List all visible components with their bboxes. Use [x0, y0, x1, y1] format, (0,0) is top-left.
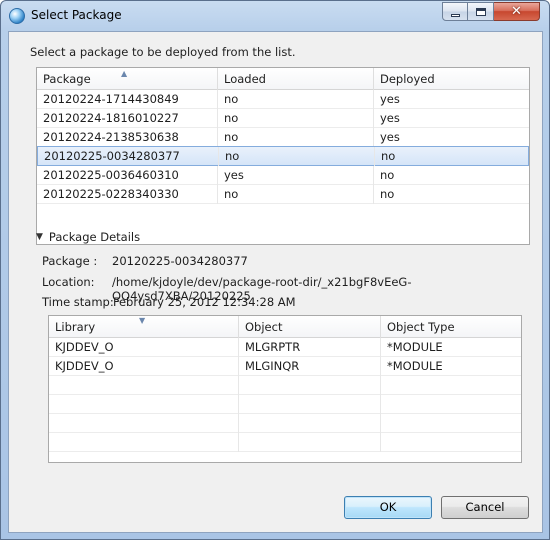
table-cell: 20120225-0034280377 [38, 147, 219, 166]
table-cell: no [380, 168, 395, 182]
table-cell [239, 414, 381, 433]
table-cell [49, 376, 239, 395]
packages-table-body: 20120224-1714430849 no yes 20120224-1816010… [37, 90, 529, 204]
table-cell [381, 414, 521, 433]
packages-table-header: Package ▲ Loaded Deployed [37, 68, 529, 90]
table-cell [381, 395, 521, 414]
close-icon: ✕ [511, 4, 522, 19]
cancel-button[interactable]: Cancel [441, 496, 529, 519]
package-label: Package : [42, 254, 98, 268]
maximize-icon [475, 7, 486, 16]
empty-table-row [49, 414, 521, 433]
table-row[interactable]: 20120224-2138530638 no yes [37, 128, 529, 147]
location-label: Location: [42, 275, 95, 289]
package-value: 20120225-0034280377 [112, 254, 248, 268]
table-cell: yes [380, 92, 400, 106]
close-button[interactable]: ✕ [494, 2, 540, 21]
maximize-button[interactable] [468, 2, 494, 21]
table-cell: *MODULE [387, 359, 443, 373]
packages-table[interactable]: Package ▲ Loaded Deployed 20120224-17144… [36, 67, 530, 245]
minimize-icon [450, 13, 460, 17]
timestamp-value: February 25, 2012 12:34:28 AM [113, 295, 296, 309]
table-cell: no [380, 187, 395, 201]
table-cell: no [218, 109, 374, 128]
table-cell: MLGRPTR [239, 338, 381, 357]
table-cell [381, 433, 521, 452]
table-cell: yes [218, 166, 374, 185]
empty-table-row [49, 395, 521, 414]
table-cell: 20120225-0228340330 [37, 185, 218, 204]
timestamp-label: Time stamp: [42, 295, 114, 309]
table-row[interactable]: KJDDEV_O MLGINQR *MODULE [49, 357, 521, 376]
table-cell: 20120224-1714430849 [37, 90, 218, 109]
table-cell: no [218, 90, 374, 109]
dialog-body: Select a package to be deployed from the… [8, 31, 543, 533]
column-header-object-type[interactable]: Object Type [381, 316, 521, 338]
empty-table-row [49, 433, 521, 452]
table-cell: 20120224-2138530638 [37, 128, 218, 147]
table-cell: no [218, 185, 374, 204]
table-row[interactable]: 20120225-0228340330 no no [37, 185, 529, 204]
sort-indicator-icon: ▼ [139, 316, 146, 325]
minimize-button[interactable] [442, 2, 468, 21]
objects-table[interactable]: Library ▼ Object Object Type KJDDEV_O MLG… [48, 315, 522, 463]
table-row[interactable]: KJDDEV_O MLGRPTR *MODULE [49, 338, 521, 357]
column-header-label: Object [245, 320, 283, 334]
table-cell: yes [380, 111, 400, 125]
table-cell: MLGINQR [239, 357, 381, 376]
column-header-deployed[interactable]: Deployed [374, 68, 529, 90]
objects-table-body: KJDDEV_O MLGRPTR *MODULE KJDDEV_O MLGINQR *MO… [49, 338, 521, 452]
table-cell: 20120225-0036460310 [37, 166, 218, 185]
table-cell [49, 395, 239, 414]
column-header-object[interactable]: Object [239, 316, 381, 338]
table-cell: *MODULE [387, 340, 443, 354]
column-header-library[interactable]: Library ▼ [49, 316, 239, 338]
column-header-label: Loaded [224, 72, 266, 86]
table-cell [49, 433, 239, 452]
title-bar[interactable]: Select Package ✕ [1, 1, 549, 31]
table-cell: yes [380, 130, 400, 144]
table-row[interactable]: 20120224-1714430849 no yes [37, 90, 529, 109]
instruction-text: Select a package to be deployed from the… [30, 45, 296, 59]
sort-ascending-icon: ▲ [121, 69, 128, 78]
column-header-label: Object Type [387, 320, 455, 334]
table-cell [239, 376, 381, 395]
column-header-loaded[interactable]: Loaded [218, 68, 374, 90]
select-package-dialog: Select Package ✕ Select a package to be … [0, 0, 550, 540]
table-cell [239, 395, 381, 414]
package-details-toggle[interactable]: ▼ Package Details [36, 230, 140, 244]
ok-button[interactable]: OK [344, 496, 432, 519]
table-cell [381, 376, 521, 395]
table-cell: 20120224-1816010227 [37, 109, 218, 128]
objects-table-header: Library ▼ Object Object Type [49, 316, 521, 338]
table-cell: no [219, 147, 375, 166]
window-title: Select Package [31, 8, 122, 22]
table-cell: KJDDEV_O [49, 357, 239, 376]
table-row[interactable]: 20120225-0034280377 no no [37, 146, 529, 166]
column-header-label: Package [43, 72, 91, 86]
column-header-label: Deployed [380, 72, 435, 86]
table-cell: KJDDEV_O [49, 338, 239, 357]
section-title: Package Details [48, 230, 141, 244]
table-row[interactable]: 20120224-1816010227 no yes [37, 109, 529, 128]
expanded-triangle-icon: ▼ [36, 232, 43, 242]
table-row[interactable]: 20120225-0036460310 yes no [37, 166, 529, 185]
column-header-package[interactable]: Package ▲ [37, 68, 218, 90]
column-header-label: Library [55, 320, 96, 334]
table-cell: no [381, 149, 396, 163]
empty-table-row [49, 376, 521, 395]
table-cell [239, 433, 381, 452]
table-cell: no [218, 128, 374, 147]
table-cell [49, 414, 239, 433]
app-globe-icon [9, 8, 25, 24]
